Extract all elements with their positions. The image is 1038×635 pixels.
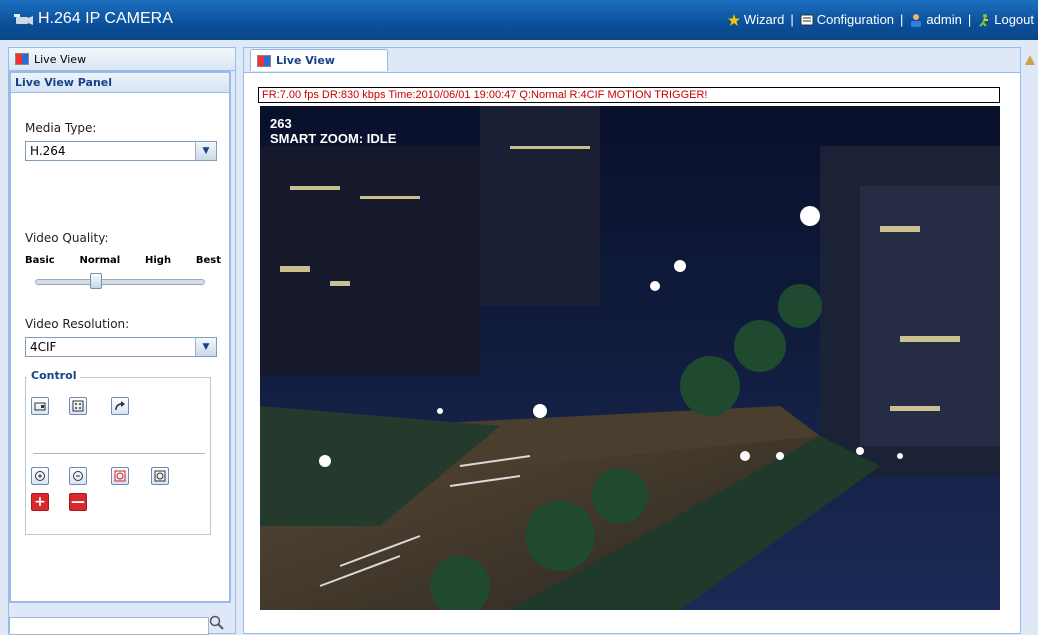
quality-level-high: High <box>145 255 172 266</box>
quality-slider-track[interactable] <box>35 279 205 285</box>
zoom-in-icon <box>35 471 45 481</box>
left-tab-label: Live View <box>34 52 87 66</box>
control-legend: Control <box>27 369 81 382</box>
search-icon[interactable] <box>209 615 225 631</box>
left-tab-live-view[interactable]: Live View <box>9 48 235 71</box>
user-link[interactable]: admin <box>909 12 962 27</box>
osd-smart-zoom-status: SMART ZOOM: IDLE <box>270 131 397 146</box>
media-type-value: H.264 <box>30 144 66 158</box>
main-area: Live View FR:7.00 fps DR:830 kbps Time:2… <box>243 47 1021 634</box>
camera-logo-icon <box>14 14 33 25</box>
snapshot-icon <box>34 402 46 411</box>
snapshot-button[interactable] <box>31 397 49 415</box>
configuration-label: Configuration <box>816 12 895 27</box>
configuration-link[interactable]: Configuration <box>800 12 894 27</box>
collapse-panel-icon[interactable] <box>1023 53 1037 67</box>
main-tabbar: Live View <box>244 48 1020 73</box>
video-quality-label: Video Quality: <box>25 231 109 245</box>
zoom-reset-icon <box>154 470 166 482</box>
user-icon <box>911 13 922 27</box>
zoom-in-button[interactable] <box>31 467 49 485</box>
app-title: H.264 IP CAMERA <box>38 10 173 27</box>
quality-levels: Basic Normal High Best <box>25 255 221 266</box>
nav-separator: | <box>790 12 794 27</box>
nav-separator: | <box>967 12 972 27</box>
fullscreen-button[interactable] <box>69 397 87 415</box>
osd-camera-number: 263 <box>270 116 292 131</box>
plus-icon: + <box>34 494 46 510</box>
quality-slider-thumb[interactable] <box>90 273 102 289</box>
night-city-scene <box>260 106 1000 610</box>
focus-minus-button[interactable]: — <box>69 493 87 511</box>
user-label: admin <box>926 12 962 27</box>
quality-level-basic: Basic <box>25 255 55 266</box>
quality-level-normal: Normal <box>79 255 121 266</box>
quality-level-best: Best <box>195 255 221 266</box>
tab-live-view[interactable]: Live View <box>250 49 388 71</box>
zoom-out-button[interactable] <box>69 467 87 485</box>
left-panel: Live View Live View Panel Media Type: H.… <box>8 47 236 635</box>
panel-title: Live View Panel <box>11 73 229 93</box>
focus-plus-button[interactable]: + <box>31 493 49 511</box>
smart-zoom-icon <box>114 470 126 482</box>
stream-status-bar: FR:7.00 fps DR:830 kbps Time:2010/06/01 … <box>258 87 1000 103</box>
chevron-down-icon[interactable]: ▼ <box>195 142 216 160</box>
refresh-arrow-icon <box>115 401 125 411</box>
refresh-button[interactable] <box>111 397 129 415</box>
live-view-tab-icon <box>15 53 29 65</box>
video-resolution-value: 4CIF <box>30 340 57 354</box>
video-resolution-select[interactable]: 4CIF ▼ <box>25 337 217 357</box>
wizard-link[interactable]: Wizard <box>727 12 784 27</box>
minus-icon: — <box>71 494 85 510</box>
live-view-panel: Live View Panel Media Type: H.264 ▼ Vide… <box>9 71 231 603</box>
live-view-tab-icon <box>257 54 271 67</box>
wizard-label: Wizard <box>743 12 785 27</box>
video-resolution-label: Video Resolution: <box>25 317 130 331</box>
logout-link[interactable]: Logout <box>977 12 1034 27</box>
smart-zoom-button[interactable] <box>111 467 129 485</box>
top-nav: Wizard | Configuration | admin | Logout <box>727 12 1034 27</box>
wizard-icon <box>727 13 740 26</box>
logout-icon <box>979 13 989 27</box>
search-input[interactable] <box>9 617 209 635</box>
control-divider <box>33 453 205 454</box>
zoom-reset-button[interactable] <box>151 467 169 485</box>
configuration-icon <box>800 14 814 25</box>
zoom-out-icon <box>73 471 83 481</box>
main-tab-label: Live View <box>276 54 335 67</box>
fullscreen-icon <box>72 400 84 412</box>
right-edge-strip <box>1021 47 1038 634</box>
logout-label: Logout <box>994 12 1034 27</box>
media-type-label: Media Type: <box>25 121 97 135</box>
live-video-feed[interactable]: 263 SMART ZOOM: IDLE <box>260 106 1000 610</box>
top-bar: H.264 IP CAMERA Wizard | Configuration |… <box>0 0 1038 40</box>
video-osd: 263 SMART ZOOM: IDLE <box>270 116 396 146</box>
nav-separator: | <box>900 12 904 27</box>
chevron-down-icon[interactable]: ▼ <box>195 338 216 356</box>
media-type-select[interactable]: H.264 ▼ <box>25 141 217 161</box>
